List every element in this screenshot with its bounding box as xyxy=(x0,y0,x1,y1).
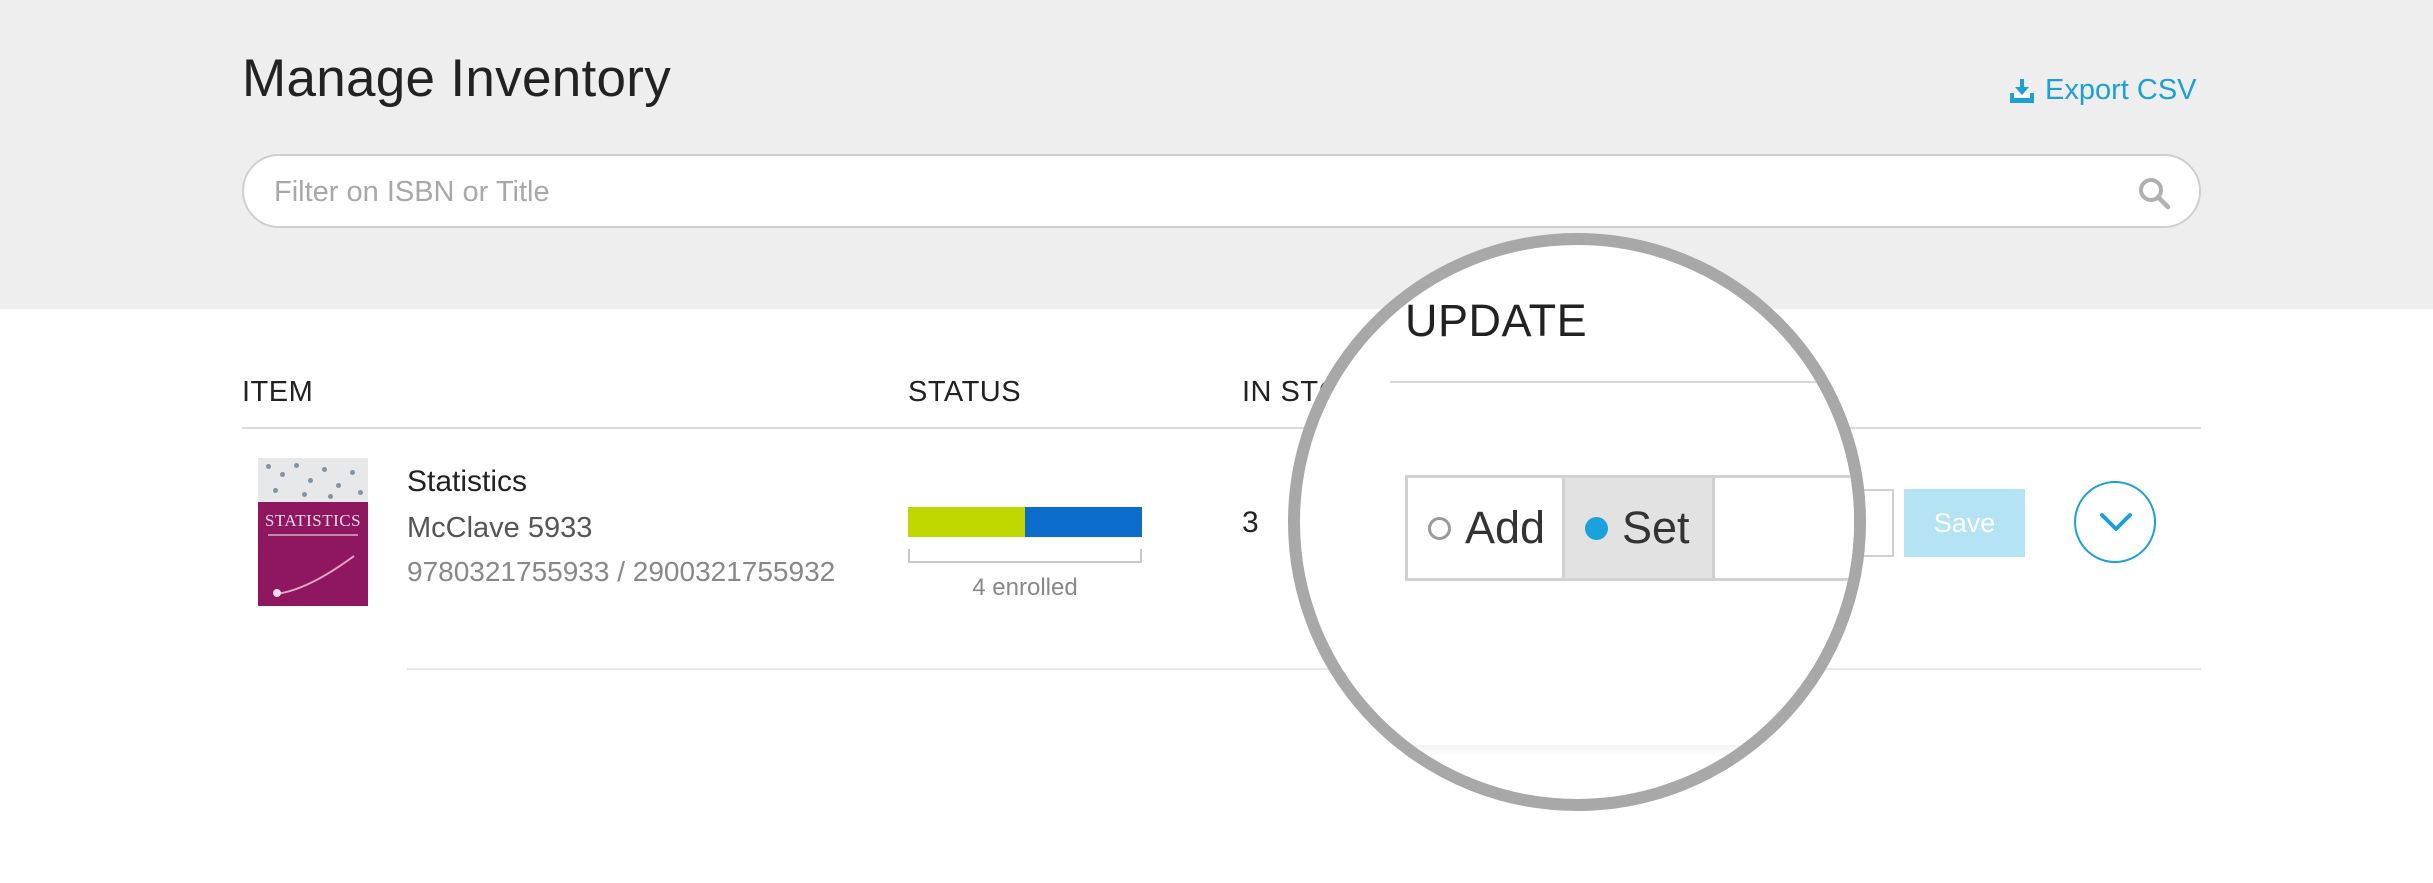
download-icon xyxy=(2010,78,2034,103)
radio-unselected-icon xyxy=(1428,516,1451,540)
cover-graphic xyxy=(273,555,355,597)
status-label: 4 enrolled xyxy=(972,574,1078,601)
update-option-add[interactable]: Add xyxy=(1408,478,1565,578)
chevron-down-icon xyxy=(2100,513,2132,531)
row-divider xyxy=(407,668,2201,670)
update-option-set-label: Set xyxy=(1622,502,1690,553)
column-header-item: ITEM xyxy=(242,376,314,408)
magnifier-callout: UPDATE Add Set xyxy=(1288,233,1866,811)
export-csv-link[interactable]: Export CSV xyxy=(2008,74,2197,107)
enrollment-status-bar xyxy=(908,507,1142,537)
book-cover-image: STATISTICS xyxy=(258,458,368,606)
update-quantity-field[interactable] xyxy=(1715,478,1854,578)
item-isbn: 9780321755933 / 2900321755932 xyxy=(407,556,836,587)
item-author: McClave 5933 xyxy=(407,512,593,544)
item-title: Statistics xyxy=(407,465,528,498)
cover-title: STATISTICS xyxy=(264,511,362,530)
page-title: Manage Inventory xyxy=(242,49,672,108)
status-segment xyxy=(1025,507,1142,537)
update-mode-control: Add Set xyxy=(1405,475,1854,581)
search-input[interactable] xyxy=(274,170,2094,214)
radio-selected-icon xyxy=(1585,516,1608,540)
status-segment xyxy=(908,507,1025,537)
in-stock-value: 3 xyxy=(1242,506,1259,539)
header-divider xyxy=(242,427,2201,429)
update-option-set[interactable]: Set xyxy=(1565,478,1715,578)
search-box xyxy=(242,154,2201,228)
save-button[interactable]: Save xyxy=(1904,489,2025,557)
column-header-update: UPDATE xyxy=(1405,295,1588,346)
export-csv-label: Export CSV xyxy=(2045,74,2197,106)
status-bracket xyxy=(908,549,1142,563)
cover-pattern xyxy=(258,458,368,502)
update-option-add-label: Add xyxy=(1465,502,1546,553)
expand-row-button[interactable] xyxy=(2074,481,2156,563)
column-header-status: STATUS xyxy=(908,376,1022,408)
search-icon[interactable] xyxy=(2137,176,2171,210)
